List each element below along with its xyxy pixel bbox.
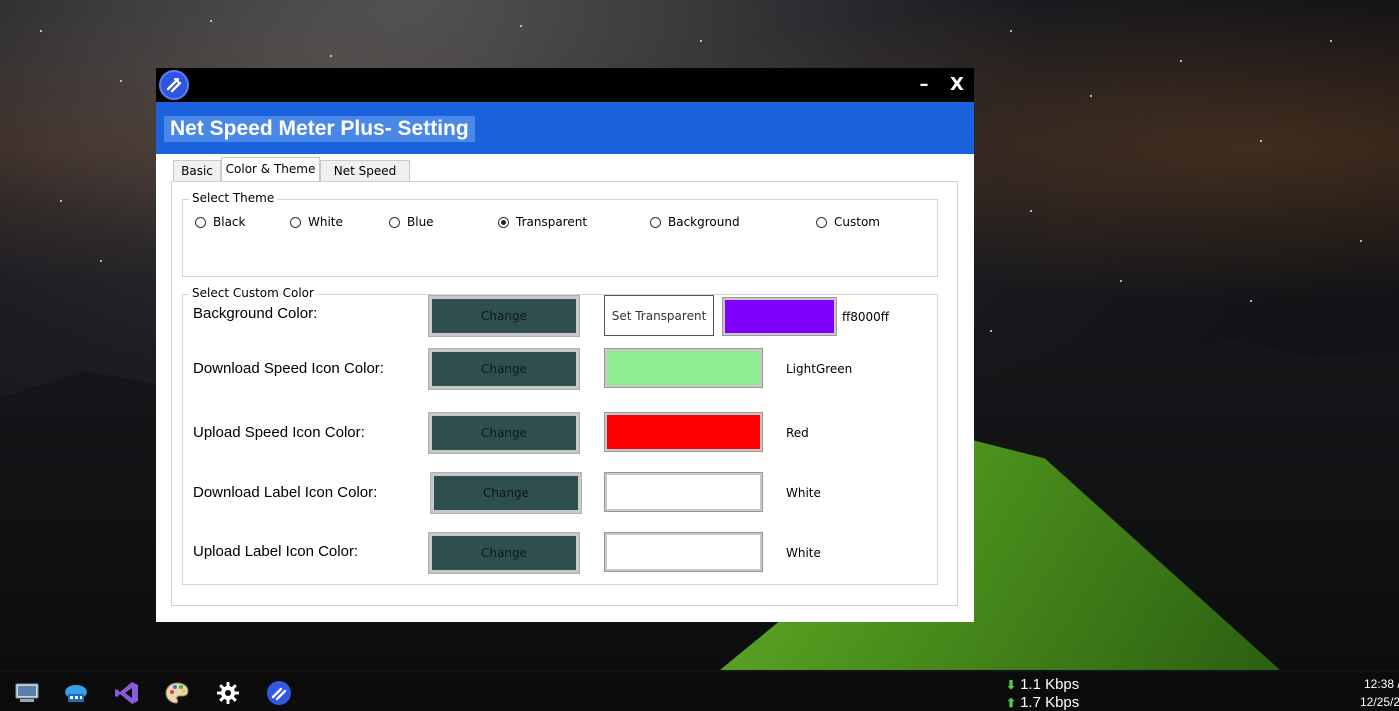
- custom-color-group-title: Select Custom Color: [189, 286, 317, 300]
- close-button[interactable]: X: [946, 72, 968, 98]
- theme-radio-white[interactable]: White: [290, 215, 343, 229]
- background-color-value: ff8000ff: [842, 310, 890, 324]
- upload-label-icon-color-value: White: [786, 546, 821, 560]
- taskbar: ⬇ 1.1 Kbps ⬆ 1.7 Kbps 12:38 / 12/25/2: [0, 672, 1399, 711]
- radio-label: Blue: [407, 215, 434, 229]
- tab-color-theme[interactable]: Color & Theme: [221, 157, 320, 181]
- upload-label-icon-change-button[interactable]: Change: [428, 532, 580, 574]
- theme-groupbox: Select Theme Black White Blue Transparen…: [182, 191, 938, 277]
- download-speed-value: 1.1 Kbps: [1020, 676, 1080, 693]
- radio-circle: [389, 216, 400, 228]
- minimize-button[interactable]: –: [914, 72, 934, 98]
- download-label-icon-swatch: [604, 472, 763, 512]
- background-color-label: Background Color:: [193, 305, 318, 322]
- background-color-change-button[interactable]: Change: [428, 295, 580, 337]
- title-bar: – X: [156, 68, 974, 102]
- header-band: Net Speed Meter Plus- Setting: [156, 102, 974, 154]
- upload-speed-icon-color-label: Upload Speed Icon Color:: [193, 424, 365, 441]
- clock-date[interactable]: 12/25/2: [1360, 695, 1399, 709]
- radio-circle-checked: [498, 216, 509, 228]
- theme-radio-transparent[interactable]: Transparent: [498, 215, 587, 229]
- theme-radio-black[interactable]: Black: [195, 215, 245, 229]
- theme-radio-blue[interactable]: Blue: [389, 215, 434, 229]
- theme-radio-background[interactable]: Background: [650, 215, 740, 229]
- upload-speed-readout: ⬆ 1.7 Kbps: [1006, 694, 1079, 711]
- upload-label-icon-color-label: Upload Label Icon Color:: [193, 543, 359, 560]
- upload-speed-icon-color-value: Red: [786, 426, 809, 440]
- set-transparent-button[interactable]: Set Transparent: [604, 295, 714, 336]
- download-label-icon-color-value: White: [786, 486, 821, 500]
- radio-label: Transparent: [516, 215, 588, 229]
- network-cloud-icon[interactable]: [62, 679, 90, 707]
- download-speed-icon-swatch: [604, 348, 763, 388]
- download-label-icon-change-button[interactable]: Change: [430, 472, 582, 514]
- download-speed-icon-color-label: Download Speed Icon Color:: [193, 360, 384, 377]
- theme-group-title: Select Theme: [189, 191, 278, 205]
- radio-circle: [195, 216, 206, 228]
- radio-circle: [290, 216, 301, 228]
- visual-studio-icon[interactable]: [113, 679, 141, 707]
- upload-speed-icon-change-button[interactable]: Change: [428, 412, 580, 454]
- download-speed-icon-change-button[interactable]: Change: [428, 348, 580, 390]
- net-speed-meter-taskbar-icon[interactable]: [265, 679, 293, 707]
- download-arrow-icon: ⬇: [1006, 677, 1017, 692]
- background-color-swatch: [722, 297, 837, 336]
- radio-circle: [650, 216, 661, 228]
- tab-panel-color-theme: Select Theme Black White Blue Transparen…: [171, 181, 958, 606]
- radio-circle: [816, 216, 827, 228]
- radio-label: White: [308, 215, 343, 229]
- radio-label: Background: [668, 215, 740, 229]
- download-label-icon-color-label: Download Label Icon Color:: [193, 484, 378, 501]
- paint-palette-icon[interactable]: [163, 679, 191, 707]
- tab-net-speed-unit[interactable]: Net Speed Unit: [320, 160, 410, 199]
- upload-label-icon-swatch: [604, 532, 763, 572]
- settings-gear-icon[interactable]: [214, 679, 242, 707]
- clock-time[interactable]: 12:38 /: [1364, 677, 1399, 691]
- upload-arrow-icon: ⬆: [1006, 695, 1017, 710]
- radio-label: Black: [213, 215, 246, 229]
- download-speed-icon-color-value: LightGreen: [786, 362, 853, 376]
- settings-window: – X Net Speed Meter Plus- Setting Basic …: [156, 68, 974, 622]
- window-title: Net Speed Meter Plus- Setting: [164, 116, 475, 142]
- upload-speed-icon-swatch: [604, 412, 763, 452]
- upload-speed-value: 1.7 Kbps: [1020, 694, 1080, 711]
- net-speed-meter-icon[interactable]: [159, 70, 189, 100]
- tab-basic[interactable]: Basic: [173, 160, 221, 181]
- computer-icon[interactable]: [13, 679, 41, 707]
- theme-radio-custom[interactable]: Custom: [816, 215, 880, 229]
- radio-label: Custom: [834, 215, 880, 229]
- download-speed-readout: ⬇ 1.1 Kbps: [1006, 676, 1079, 693]
